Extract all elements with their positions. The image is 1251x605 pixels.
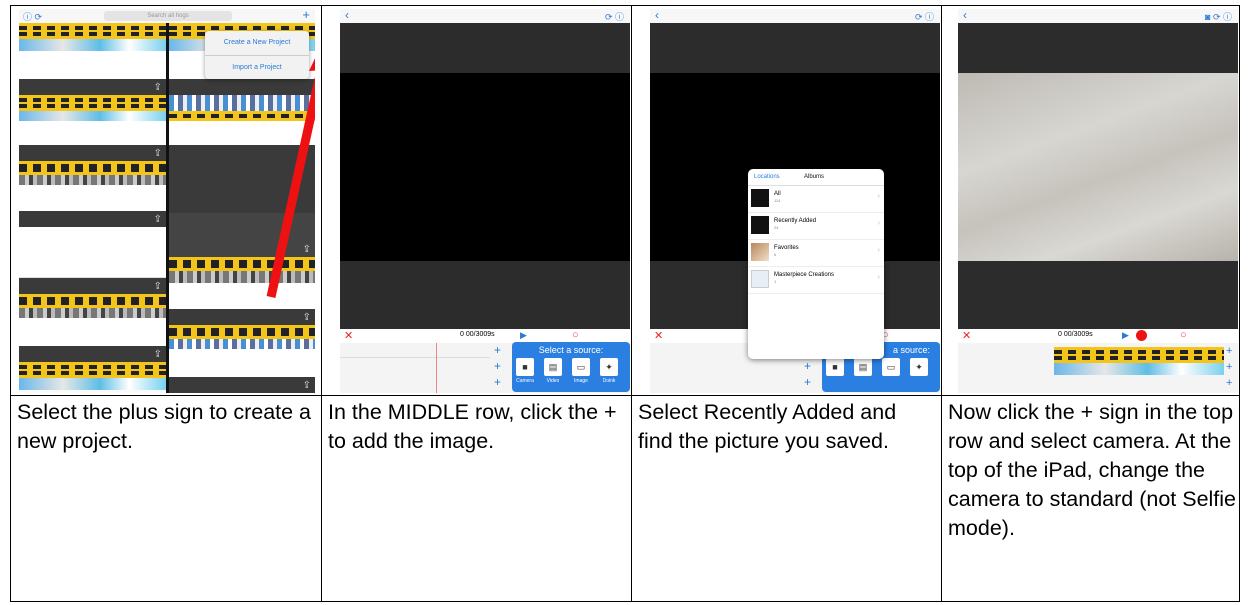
album-row-masterpiece-creations[interactable]: Masterpiece Creations 1 › <box>748 267 884 294</box>
back-icon[interactable]: ‹ <box>345 9 349 22</box>
screenshot-project-list: ⓘ ⟳ Search all hogs + ⇪ ⇪ ⇪ ⇪ ⇪ ⇪ ⇪ ⇪ Cr… <box>19 9 315 393</box>
album-count: 24 <box>774 225 779 230</box>
chevron-right-icon: › <box>877 247 880 254</box>
video-icon[interactable]: ▤ <box>544 358 562 376</box>
add-row-button[interactable]: + <box>494 375 501 389</box>
camera-icon[interactable]: ■ <box>516 358 534 376</box>
red-arrow-icon <box>266 58 315 298</box>
album-row-recently-added[interactable]: Recently Added 24 › <box>748 213 884 240</box>
doink-icon[interactable]: ✦ <box>600 358 618 376</box>
row-divider <box>11 395 1239 396</box>
source-label: Doink <box>602 378 616 384</box>
album-popover: Locations Albums All 114 › Recently Adde… <box>748 169 884 359</box>
image-icon[interactable]: ▭ <box>882 358 900 376</box>
source-label: Camera <box>516 378 534 384</box>
caption-step-1: Select the plus sign to create a new pro… <box>17 400 312 453</box>
video-icon[interactable]: ▤ <box>854 358 872 376</box>
add-row-button[interactable]: + <box>804 359 811 373</box>
album-name: Recently Added <box>774 218 817 224</box>
caption-step-4: Now click the + sign in the top row and … <box>948 400 1237 540</box>
column-divider <box>941 6 942 601</box>
record-button[interactable] <box>1136 330 1147 341</box>
preview-canvas <box>340 73 630 261</box>
time-readout: 0 00/3009s <box>1058 331 1093 338</box>
camera-icon[interactable]: ■ <box>826 358 844 376</box>
source-label: Image <box>574 378 588 384</box>
album-tabs: Locations Albums <box>748 169 884 186</box>
add-row-button[interactable]: + <box>494 343 501 357</box>
screenshot-editor-source: ‹ ⟳ ⓘ ✕ 0 00/3009s ▶ ○ + + + Select a so… <box>340 9 630 393</box>
play-icon[interactable]: ▶ <box>1122 330 1129 341</box>
add-row-button[interactable]: + <box>1226 377 1232 389</box>
source-label: Video <box>546 378 560 384</box>
caption-step-2: In the MIDDLE row, click the + to add th… <box>328 400 617 453</box>
add-row-button[interactable]: + <box>1226 345 1232 357</box>
album-count: 6 <box>774 252 777 257</box>
image-icon[interactable]: ▭ <box>572 358 590 376</box>
album-count: 1 <box>774 279 777 284</box>
timeline: + + + <box>958 343 1238 393</box>
add-row-button[interactable]: + <box>804 375 811 389</box>
source-panel: Select a source: ■ ▤ ▭ ✦ Camera Video Im… <box>512 342 630 392</box>
column-divider <box>631 6 632 601</box>
color-icon[interactable]: ○ <box>1180 329 1187 341</box>
back-icon[interactable]: ‹ <box>963 9 967 22</box>
color-icon[interactable]: ○ <box>572 329 579 341</box>
toolbar: ‹ ◙ ⟳ ⓘ <box>958 9 1238 23</box>
chevron-right-icon: › <box>877 193 880 200</box>
instruction-table: ⓘ ⟳ Search all hogs + ⇪ ⇪ ⇪ ⇪ ⇪ ⇪ ⇪ ⇪ Cr… <box>10 5 1240 602</box>
delete-icon[interactable]: ✕ <box>654 329 663 342</box>
screenshot-photo-albums: ‹ ⟳ ⓘ ✕ ○ + + a source: ■ ▤ ▭ ✦ Location… <box>650 9 940 393</box>
album-thumbnail <box>751 270 769 288</box>
play-icon[interactable]: ▶ <box>520 330 527 341</box>
film-strip <box>1054 347 1224 363</box>
add-row-button[interactable]: + <box>1226 361 1232 373</box>
album-name: Masterpiece Creations <box>774 272 835 278</box>
album-thumbnail <box>751 189 769 207</box>
thumbnail-strip <box>1054 363 1224 375</box>
album-count: 114 <box>774 198 781 203</box>
tab-locations[interactable]: Locations <box>754 174 780 180</box>
time-readout: 0 00/3009s <box>460 331 495 338</box>
delete-icon[interactable]: ✕ <box>962 329 971 342</box>
album-row-all[interactable]: All 114 › <box>748 186 884 213</box>
caption-step-3: Select Recently Added and find the pictu… <box>638 400 897 453</box>
toolbar: ‹ ⟳ ⓘ <box>650 9 940 23</box>
column-divider <box>321 6 322 601</box>
album-row-favorites[interactable]: Favorites 6 › <box>748 240 884 267</box>
timeline-toolbar: ✕ 0 00/3009s ▶ ○ <box>340 329 630 343</box>
chevron-right-icon: › <box>877 274 880 281</box>
doink-icon[interactable]: ✦ <box>910 358 928 376</box>
delete-icon[interactable]: ✕ <box>344 329 353 342</box>
settings-icon[interactable]: ⟳ ⓘ <box>605 10 624 23</box>
add-row-button[interactable]: + <box>494 359 501 373</box>
album-thumbnail <box>751 243 769 261</box>
chevron-right-icon: › <box>877 220 880 227</box>
album-name: Favorites <box>774 245 799 251</box>
camera-switch-icon[interactable]: ◙ ⟳ ⓘ <box>1205 10 1232 23</box>
source-title: Select a source: <box>538 345 604 355</box>
timeline-toolbar: ✕ 0 00/3009s ▶ ○ <box>958 329 1238 343</box>
settings-icon[interactable]: ⟳ ⓘ <box>915 10 934 23</box>
back-icon[interactable]: ‹ <box>655 9 659 22</box>
screenshot-camera-view: ‹ ◙ ⟳ ⓘ ✕ 0 00/3009s ▶ ○ + + + <box>958 9 1238 393</box>
camera-preview <box>958 73 1238 261</box>
toolbar: ‹ ⟳ ⓘ <box>340 9 630 23</box>
album-name: All <box>774 191 781 197</box>
album-thumbnail <box>751 216 769 234</box>
tab-albums[interactable]: Albums <box>804 174 824 180</box>
